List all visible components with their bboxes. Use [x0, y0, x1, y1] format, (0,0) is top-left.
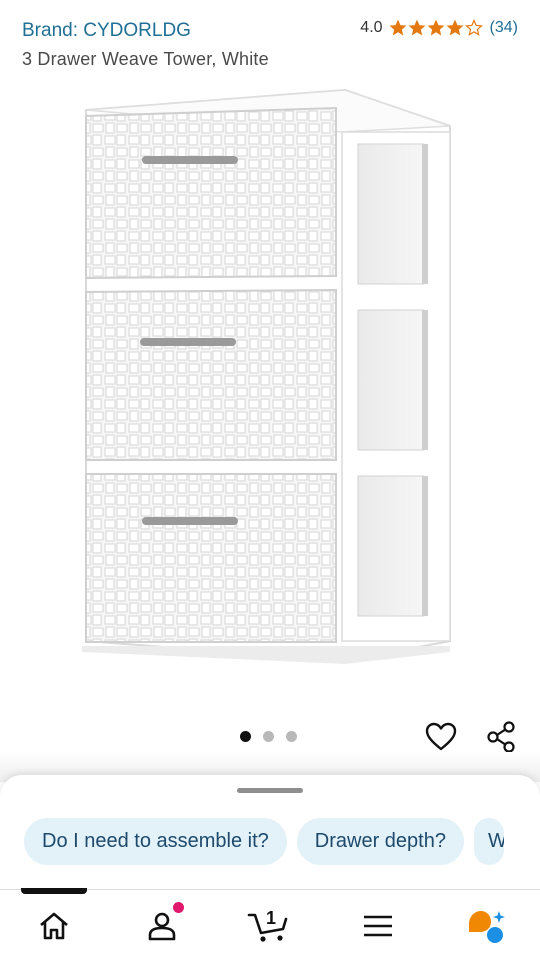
sheet-drag-handle[interactable]	[237, 788, 303, 793]
suggestion-chip[interactable]: Do I need to assemble it?	[24, 818, 287, 865]
star-empty-icon	[464, 19, 483, 36]
product-header: Brand: CYDORLDG 3 Drawer Weave Tower, Wh…	[0, 0, 540, 80]
suggestion-chip[interactable]: Drawer depth?	[296, 818, 464, 865]
star-full-icon	[427, 19, 444, 36]
brand-link[interactable]: Brand: CYDORLDG	[22, 20, 191, 42]
star-rating	[389, 19, 483, 37]
wishlist-button[interactable]	[423, 719, 459, 755]
star-full-icon	[446, 19, 463, 36]
suggestion-chip[interactable]: W	[473, 818, 504, 865]
product-title: 3 Drawer Weave Tower, White	[22, 49, 269, 69]
cart-count: 1	[266, 908, 277, 928]
star-full-icon	[389, 19, 406, 36]
drawer-tower-illustration	[82, 88, 451, 664]
notification-dot	[173, 902, 184, 913]
rating-summary[interactable]: 4.0 (34)	[360, 19, 518, 37]
question-suggestions-sheet[interactable]: Do I need to assemble it? Drawer depth? …	[0, 775, 540, 890]
rufus-icon	[469, 911, 505, 943]
rating-value: 4.0	[360, 19, 383, 36]
carousel-dot[interactable]	[263, 731, 274, 742]
carousel-dot[interactable]	[286, 731, 297, 742]
product-image[interactable]	[80, 86, 460, 666]
carousel-indicator[interactable]	[240, 731, 297, 742]
nav-home[interactable]	[32, 904, 76, 948]
menu-icon	[364, 915, 392, 937]
active-tab-indicator	[21, 888, 87, 894]
nav-rufus[interactable]	[464, 904, 508, 948]
rating-count: (34)	[489, 19, 518, 36]
share-icon	[487, 721, 515, 753]
carousel-dot-active[interactable]	[240, 731, 251, 742]
heart-icon	[425, 722, 457, 751]
nav-menu[interactable]	[356, 904, 400, 948]
share-button[interactable]	[483, 719, 519, 755]
star-full-icon	[408, 19, 425, 36]
home-icon	[40, 912, 68, 940]
account-icon	[148, 912, 176, 941]
suggestion-chips: Do I need to assemble it? Drawer depth? …	[24, 818, 504, 865]
